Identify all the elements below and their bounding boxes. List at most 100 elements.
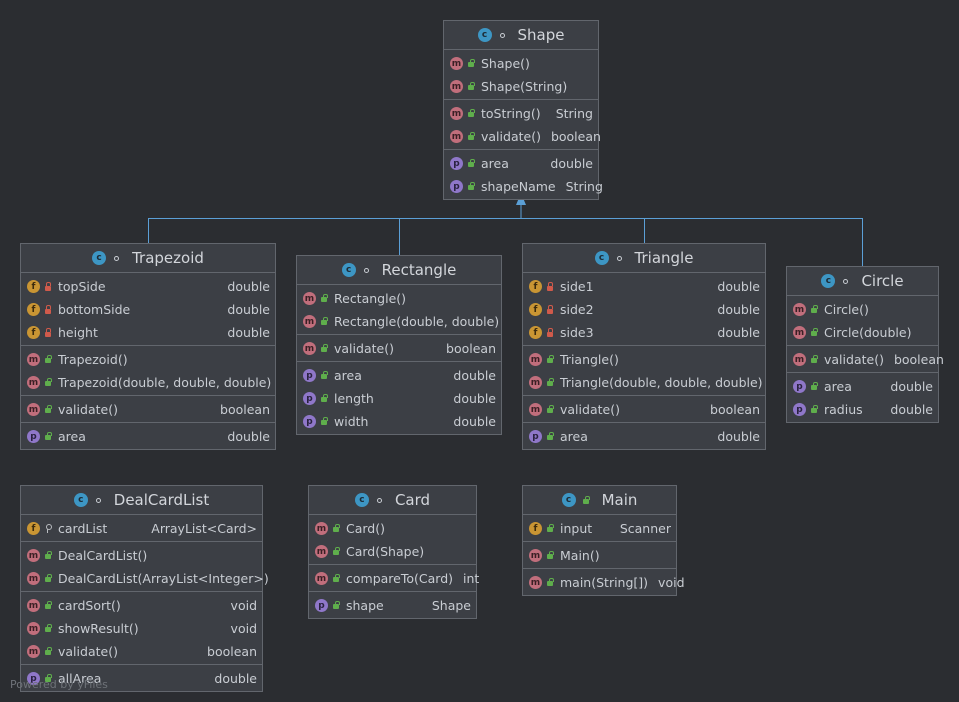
member-name: shapeName bbox=[481, 179, 556, 194]
field-icon: f bbox=[529, 303, 542, 316]
class-trapezoid[interactable]: c Trapezoid f topSide double f bottomSide doubl… bbox=[20, 243, 276, 450]
member-row[interactable]: f height double bbox=[21, 321, 275, 344]
member-row[interactable]: m compareTo(Card) int bbox=[309, 567, 479, 590]
private-lock-icon bbox=[546, 328, 554, 337]
member-row[interactable]: f side2 double bbox=[523, 298, 765, 321]
property-icon: p bbox=[303, 369, 316, 382]
field-icon: f bbox=[529, 280, 542, 293]
class-card[interactable]: c Card m Card() m Card(Shape) m compareTo(Card)… bbox=[308, 485, 479, 619]
private-lock-icon bbox=[44, 328, 52, 337]
member-row[interactable]: p area double bbox=[523, 425, 765, 448]
member-row[interactable]: m validate() boolean bbox=[21, 398, 275, 421]
member-row[interactable]: p area double bbox=[297, 364, 501, 387]
member-row[interactable]: m Shape() bbox=[444, 52, 598, 75]
member-row[interactable]: p length double bbox=[297, 387, 501, 410]
member-name: validate() bbox=[481, 129, 541, 144]
member-row[interactable]: f topSide double bbox=[21, 275, 275, 298]
member-section: p area double p shapeName String bbox=[444, 150, 603, 199]
member-type: double bbox=[890, 379, 933, 394]
member-row[interactable]: m validate() boolean bbox=[21, 640, 262, 663]
class-rectangle[interactable]: c Rectangle m Rectangle() m Rectangle(double,… bbox=[296, 255, 502, 435]
member-row[interactable]: m Rectangle() bbox=[297, 287, 501, 310]
public-icon bbox=[44, 647, 52, 656]
class-title: DealCardList bbox=[113, 491, 210, 509]
member-row[interactable]: f input Scanner bbox=[523, 517, 676, 540]
member-row[interactable]: f side1 double bbox=[523, 275, 765, 298]
member-row[interactable]: m Circle() bbox=[787, 298, 938, 321]
member-section: f cardList ArrayList<Card> bbox=[21, 515, 262, 542]
member-name: compareTo(Card) bbox=[346, 571, 454, 586]
private-lock-icon bbox=[44, 282, 52, 291]
member-name: area bbox=[334, 368, 362, 383]
static-icon bbox=[362, 266, 370, 275]
member-name: radius bbox=[824, 402, 863, 417]
class-dealcardlist[interactable]: c DealCardList f cardList ArrayList<Card> m De… bbox=[20, 485, 269, 692]
member-row[interactable]: m toString() String bbox=[444, 102, 598, 125]
member-row[interactable]: m cardSort() void bbox=[21, 594, 262, 617]
member-row[interactable]: p shape Shape bbox=[309, 594, 476, 617]
member-row[interactable]: m Triangle() bbox=[523, 348, 765, 371]
class-title: Shape bbox=[517, 26, 565, 44]
member-section: m Circle() m Circle(double) bbox=[787, 296, 938, 346]
class-icon: c bbox=[561, 493, 576, 507]
member-row[interactable]: p area double bbox=[787, 375, 938, 398]
member-section: m Card() m Card(Shape) bbox=[309, 515, 476, 565]
class-main[interactable]: c Main f input Scanner m Main() m main(String[])… bbox=[522, 485, 685, 596]
member-row[interactable]: m Rectangle(double, double) bbox=[297, 310, 501, 333]
member-row[interactable]: m Main() bbox=[523, 544, 676, 567]
member-name: area bbox=[560, 429, 588, 444]
member-row[interactable]: f side3 double bbox=[523, 321, 765, 344]
member-row[interactable]: m DealCardList(ArrayList<Integer>) bbox=[21, 567, 269, 590]
member-row[interactable]: m validate() boolean bbox=[444, 125, 601, 148]
public-icon bbox=[332, 524, 340, 533]
class-shape[interactable]: c Shape m Shape() m Shape(String) m toString() S… bbox=[443, 20, 603, 200]
member-name: area bbox=[481, 156, 509, 171]
public-icon bbox=[810, 405, 818, 414]
member-type: boolean bbox=[893, 352, 944, 367]
uml-diagram-canvas: c Shape m Shape() m Shape(String) m toString() S… bbox=[0, 0, 959, 702]
member-section: m validate() boolean bbox=[787, 346, 944, 373]
member-row[interactable]: m DealCardList() bbox=[21, 544, 262, 567]
class-header: c Trapezoid bbox=[21, 244, 275, 273]
public-icon bbox=[332, 574, 340, 583]
class-triangle[interactable]: c Triangle f side1 double f side2 double f side3 d… bbox=[522, 243, 766, 450]
member-row[interactable]: m Card(Shape) bbox=[309, 540, 476, 563]
member-row[interactable]: p area double bbox=[444, 152, 598, 175]
member-row[interactable]: p width double bbox=[297, 410, 501, 433]
member-row[interactable]: m Circle(double) bbox=[787, 321, 938, 344]
member-row[interactable]: m showResult() void bbox=[21, 617, 262, 640]
member-row[interactable]: p area double bbox=[21, 425, 275, 448]
member-row[interactable]: m validate() boolean bbox=[523, 398, 765, 421]
member-row[interactable]: f bottomSide double bbox=[21, 298, 275, 321]
static-icon bbox=[112, 254, 120, 263]
member-name: Triangle() bbox=[560, 352, 619, 367]
member-row[interactable]: m validate() boolean bbox=[297, 337, 501, 360]
member-row[interactable]: p radius double bbox=[787, 398, 938, 421]
member-type: double bbox=[717, 279, 760, 294]
member-section: m Triangle() m Triangle(double, double, dou… bbox=[523, 346, 765, 396]
member-name: validate() bbox=[560, 402, 620, 417]
member-name: showResult() bbox=[58, 621, 139, 636]
member-row[interactable]: m Card() bbox=[309, 517, 476, 540]
member-row[interactable]: m Trapezoid(double, double, double) bbox=[21, 371, 275, 394]
member-row[interactable]: m Trapezoid() bbox=[21, 348, 275, 371]
member-section: m validate() boolean bbox=[21, 396, 275, 423]
static-icon bbox=[375, 496, 383, 505]
member-section: m toString() String m validate() boolean bbox=[444, 100, 601, 150]
public-icon bbox=[44, 378, 52, 387]
property-icon: p bbox=[450, 157, 463, 170]
public-icon bbox=[810, 382, 818, 391]
class-header: c Triangle bbox=[523, 244, 765, 273]
method-icon: m bbox=[450, 107, 463, 120]
member-row[interactable]: m Shape(String) bbox=[444, 75, 598, 98]
member-row[interactable]: m validate() boolean bbox=[787, 348, 944, 371]
member-row[interactable]: p shapeName String bbox=[444, 175, 603, 198]
member-type: boolean bbox=[220, 402, 270, 417]
class-title: Triangle bbox=[634, 249, 694, 267]
class-circle[interactable]: c Circle m Circle() m Circle(double) m validate… bbox=[786, 266, 944, 423]
member-name: Circle(double) bbox=[824, 325, 912, 340]
member-row[interactable]: f cardList ArrayList<Card> bbox=[21, 517, 262, 540]
method-icon: m bbox=[27, 376, 40, 389]
member-row[interactable]: m main(String[]) void bbox=[523, 571, 685, 594]
member-row[interactable]: m Triangle(double, double, double) bbox=[523, 371, 765, 394]
